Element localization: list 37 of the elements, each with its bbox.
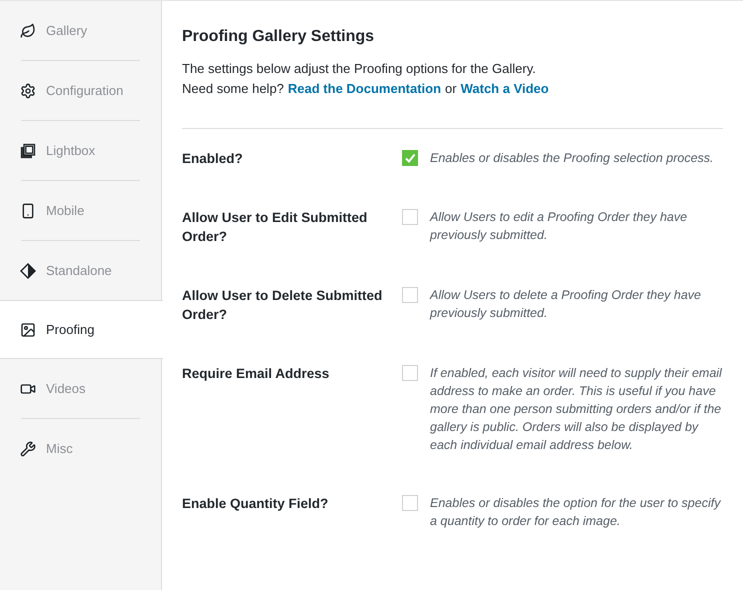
video-link[interactable]: Watch a Video (460, 79, 549, 99)
checkbox[interactable] (402, 495, 418, 511)
setting-description: Enables or disables the option for the user to specify a quantity to order for each image. (430, 495, 722, 530)
setting-description: Enables or disables the Proofing selection process. (430, 150, 714, 167)
settings-icon (20, 82, 36, 98)
sidebar-tab[interactable]: Proofing (0, 300, 163, 359)
setting-label: Allow User to Edit Submitted Order? (182, 209, 368, 246)
intro-text: The settings below adjust the Proofing options for the Gallery. (182, 60, 537, 78)
sidebar-tab[interactable]: Standalone (0, 241, 161, 300)
wrench-icon (20, 440, 36, 456)
sidebar-tab[interactable]: Lightbox (0, 121, 161, 180)
setting-description: Allow Users to edit a Proofing Order they have previously submitted. (430, 209, 688, 244)
or-text: or (445, 80, 457, 98)
sidebar-tab[interactable]: Gallery (0, 1, 161, 60)
image-icon (20, 322, 36, 338)
leaf-icon (20, 22, 36, 38)
setting-label: Enabled? (182, 150, 244, 168)
setting-label: Require Email Address (182, 365, 330, 383)
checkmark-icon (404, 152, 416, 164)
checkbox[interactable] (402, 365, 418, 381)
documentation-link[interactable]: Read the Documentation (288, 79, 442, 99)
setting-description: Allow Users to delete a Proofing Order they have previously submitted. (430, 287, 702, 322)
sidebar-tab[interactable]: Mobile (0, 181, 161, 240)
diamond-icon (20, 262, 36, 278)
setting-label: Enable Quantity Field? (182, 495, 330, 513)
help-text: Need some help? (182, 80, 284, 98)
sidebar-tab[interactable]: Configuration (0, 61, 161, 120)
checkbox[interactable] (402, 287, 418, 303)
sidebar-tab[interactable]: Videos (0, 359, 161, 418)
setting-description: If enabled, each visitor will need to supply their email address to make an order. This is useful if you have more than one person submitting orders and/or if the gallery is public. Orders will also be displayed by each individual email address below. (430, 365, 723, 454)
sidebar-tab[interactable]: Misc (0, 419, 161, 478)
checkbox[interactable] (402, 209, 418, 225)
stacked-squares-icon (20, 142, 36, 158)
setting-label: Allow User to Delete Submitted Order? (182, 287, 384, 324)
checkbox[interactable] (402, 150, 418, 166)
section-title: Proofing Gallery Settings (182, 27, 376, 47)
phone-icon (20, 202, 36, 218)
